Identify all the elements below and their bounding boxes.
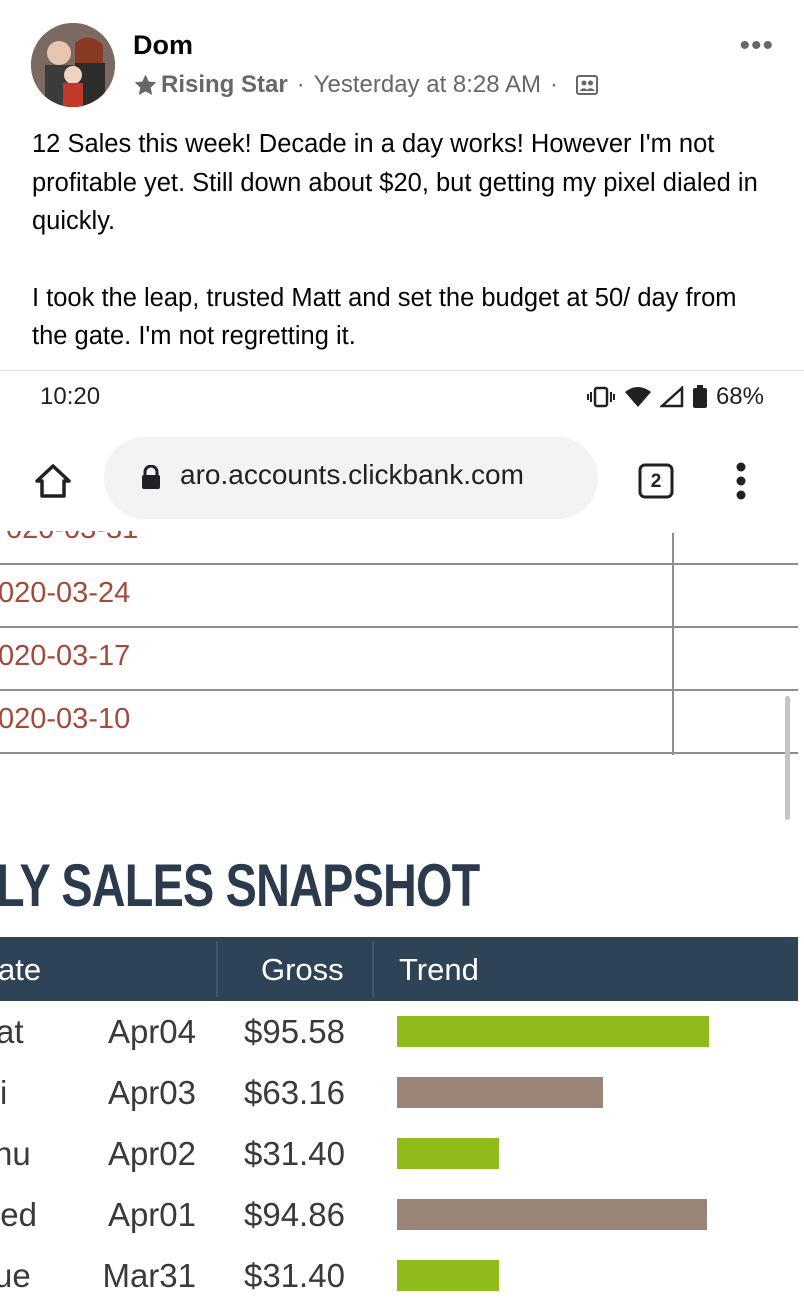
row-day: ue (0, 1257, 31, 1294)
header-divider (372, 941, 374, 997)
date-cell: 020-03-17 (0, 640, 131, 672)
trend-bar (397, 1077, 603, 1108)
meta-separator: · (549, 71, 558, 98)
header-divider (216, 941, 218, 997)
table-divider (672, 533, 674, 755)
group-audience-icon (575, 75, 598, 95)
table-rule (0, 689, 798, 691)
trend-bar (397, 1016, 709, 1047)
row-gross: $31.40 (244, 1135, 345, 1172)
header-trend: Trend (399, 952, 479, 987)
partial-date-text: 020-03-31 (6, 531, 138, 546)
row-date: Mar31 (102, 1257, 196, 1294)
row-date: Apr02 (107, 1135, 196, 1172)
kebab-menu-icon[interactable] (734, 461, 748, 501)
post-body: 12 Sales this week! Decade in a day work… (32, 125, 772, 356)
snapshot-row: ue Mar31 $31.40 (0, 1245, 798, 1307)
header-gross: Gross (261, 952, 344, 987)
partial-date-cell: 020-03-31 (6, 531, 206, 549)
date-cell: 020-03-10 (0, 703, 131, 735)
snapshot-row: nu Apr02 $31.40 (0, 1123, 798, 1185)
post-paragraph: 12 Sales this week! Decade in a day work… (32, 130, 758, 235)
row-gross: $31.40 (244, 1257, 345, 1294)
row-date: Apr01 (107, 1196, 196, 1233)
vibrate-icon (586, 386, 615, 408)
row-day: i (0, 1074, 8, 1111)
address-bar[interactable]: aro.accounts.clickbank.com (104, 437, 598, 519)
row-gross: $63.16 (244, 1074, 345, 1111)
row-day: 'ed (0, 1196, 38, 1233)
table-rule (0, 752, 798, 754)
tab-count-button[interactable]: 2 (638, 463, 674, 499)
author-avatar[interactable] (31, 23, 115, 107)
post-timestamp[interactable]: Yesterday at 8:28 AM (314, 71, 541, 99)
snapshot-title: LY SALES SNAPSHOT (0, 852, 480, 919)
post-meta: Rising Star · Yesterday at 8:28 AM · (133, 71, 599, 99)
snapshot-header-row: ate Gross Trend (0, 937, 798, 1001)
row-date: Apr03 (107, 1074, 196, 1111)
trend-bar (397, 1199, 707, 1230)
rising-star-badge[interactable]: Rising Star (161, 71, 288, 99)
row-date: Apr04 (107, 1013, 196, 1050)
row-day: at (0, 1013, 24, 1050)
row-gross: $95.58 (244, 1013, 345, 1050)
table-rule (0, 626, 798, 628)
status-icons: 68% (586, 383, 764, 411)
lock-icon (142, 465, 160, 489)
snapshot-row: i Apr03 $63.16 (0, 1062, 798, 1124)
battery-percent: 68% (715, 383, 764, 410)
wifi-icon (624, 387, 651, 407)
attached-screenshot[interactable]: 10:20 68% aro.accounts.clickbank.com 2 0… (0, 370, 804, 1315)
date-cell: 020-03-24 (0, 577, 131, 609)
row-gross: $94.86 (244, 1196, 345, 1233)
scrollbar-thumb[interactable] (785, 696, 790, 820)
post-paragraph: I took the leap, trusted Matt and set th… (32, 283, 737, 351)
home-icon[interactable] (34, 463, 72, 499)
header-date: ate (0, 952, 42, 987)
snapshot-row: 'ed Apr01 $94.86 (0, 1184, 798, 1246)
signal-icon (659, 386, 684, 408)
meta-separator: · (296, 71, 305, 98)
snapshot-row: at Apr04 $95.58 (0, 1001, 798, 1063)
table-rule (0, 563, 798, 565)
url-text[interactable]: aro.accounts.clickbank.com (180, 459, 524, 491)
author-name[interactable]: Dom (133, 30, 193, 61)
star-icon (134, 74, 157, 95)
battery-icon (692, 385, 707, 408)
status-time: 10:20 (40, 383, 101, 410)
trend-bar (397, 1138, 499, 1169)
trend-bar (397, 1260, 499, 1291)
more-options-button[interactable]: ••• (739, 31, 774, 61)
row-day: nu (0, 1135, 31, 1172)
